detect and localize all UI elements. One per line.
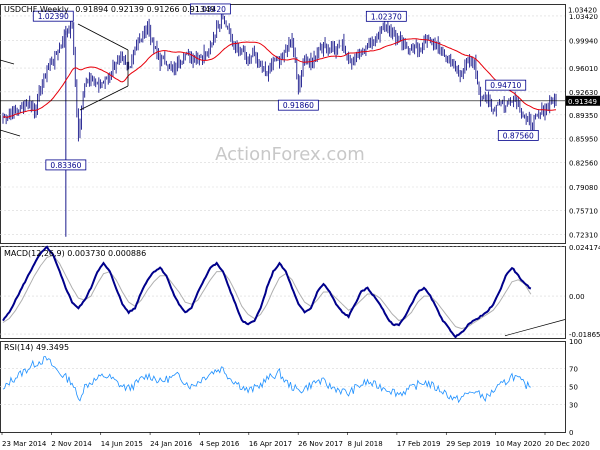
x-tick-label: 16 Apr 2017	[249, 440, 292, 448]
macd-title: MACD(12,26,9) 0.003730 0.000886	[4, 249, 146, 258]
rsi-tick-label: 50	[569, 384, 578, 392]
x-tick-label: 2 Nov 2014	[51, 440, 92, 448]
rsi-tick-label: 100	[569, 338, 582, 346]
x-tick-label: 8 Jul 2018	[348, 440, 383, 448]
rsi-title: RSI(14) 49.3495	[4, 343, 69, 352]
macd-tick-label: 0.00	[569, 293, 585, 301]
macd-tick-label: 0.024174	[569, 244, 600, 252]
annotation-label: 0.94710	[490, 81, 521, 90]
annotation-label: 0.87560	[503, 131, 534, 140]
x-tick-label: 10 May 2020	[496, 440, 542, 448]
price-tick-label: 0.89350	[569, 112, 598, 120]
top-price-tag: 1.03420	[568, 6, 597, 14]
x-tick-label: 14 Jun 2015	[101, 440, 143, 448]
annotation-label: 1.02370	[371, 12, 402, 21]
x-tick-label: 26 Nov 2017	[298, 440, 343, 448]
ohlc-readout: 0.91894 0.92139 0.91266 0.91349	[75, 5, 215, 14]
price-title: USDCHF,Weekly 0.91894 0.92139 0.91266 0.…	[4, 5, 215, 14]
rsi-tick-label: 70	[569, 365, 578, 373]
watermark: ActionForex.com	[215, 144, 365, 165]
x-tick-label: 23 Mar 2014	[2, 440, 47, 448]
x-tick-label: 29 Sep 2019	[446, 440, 490, 448]
price-tick-label: 0.96010	[569, 65, 598, 73]
annotation-label: 0.91860	[283, 101, 314, 110]
price-tick-label: 0.75710	[569, 208, 598, 216]
chart-svg: ActionForex.com 1.023900.833601.034200.9…	[0, 0, 600, 450]
last-price-tag: 0.91349	[568, 98, 597, 106]
price-tick-label: 0.79080	[569, 184, 598, 192]
annotation-label: 0.83360	[50, 161, 81, 170]
price-tick-label: 0.85950	[569, 136, 598, 144]
rsi-tick-label: 30	[569, 402, 578, 410]
x-tick-label: 20 Dec 2020	[545, 440, 590, 448]
price-tick-label: 0.72310	[569, 232, 598, 240]
x-tick-label: 24 Jan 2016	[150, 440, 193, 448]
price-tick-label: 0.92630	[569, 89, 598, 97]
price-tick-label: 0.82560	[569, 160, 598, 168]
price-title-text: USDCHF,Weekly	[4, 5, 69, 14]
price-tick-label: 0.99940	[569, 37, 598, 45]
x-tick-label: 17 Feb 2019	[397, 440, 441, 448]
x-tick-label: 4 Sep 2016	[199, 440, 239, 448]
rsi-tick-label: 0	[569, 429, 573, 437]
